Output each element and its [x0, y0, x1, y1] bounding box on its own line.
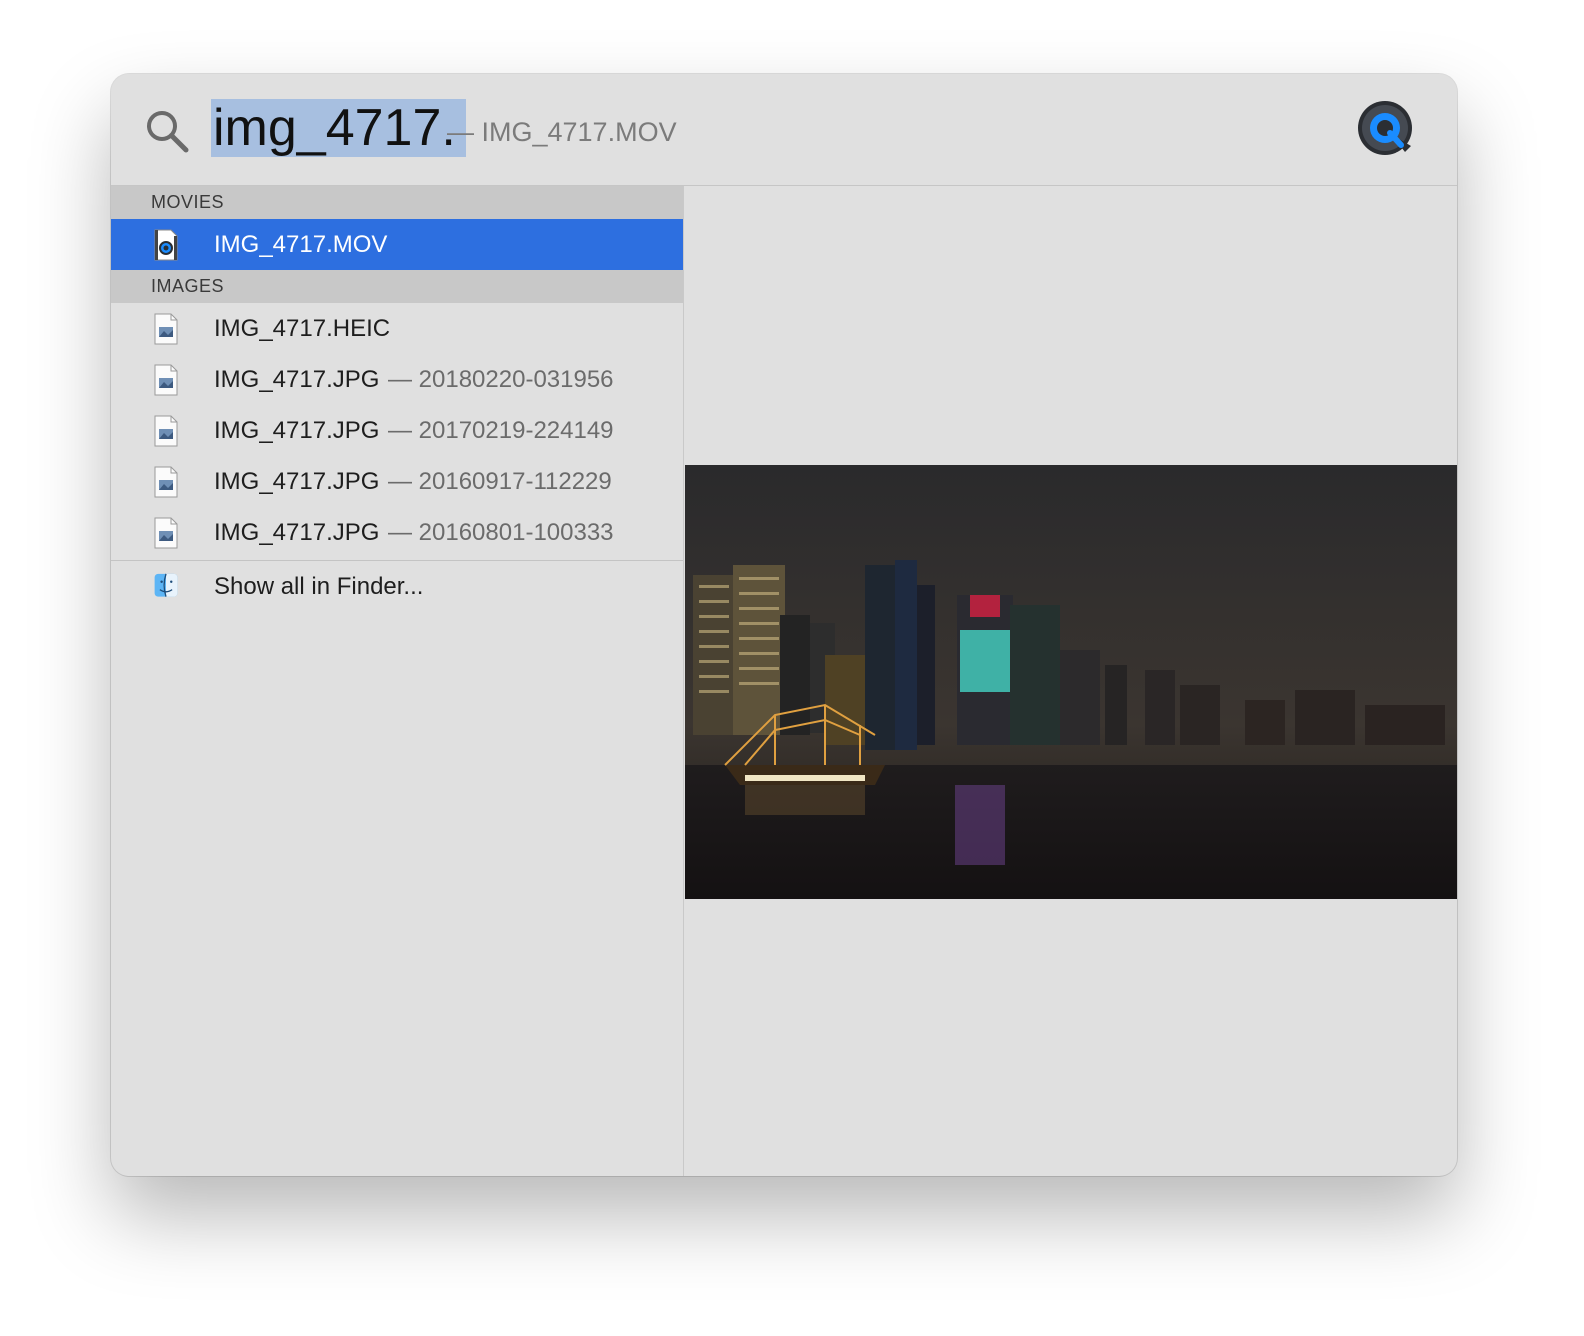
result-name: IMG_4717.JPG [214, 519, 380, 546]
search-completion-hint: — IMG_4717.MOV [447, 117, 677, 147]
finder-icon [154, 573, 178, 597]
search-icon [147, 111, 189, 153]
image-file-icon [154, 517, 178, 549]
show-all-in-finder[interactable]: Show all in Finder... [111, 561, 683, 612]
result-row-image[interactable]: IMG_4717.JPG — 20160917-112229 [111, 456, 683, 507]
section-header-movies: MOVIES [111, 186, 683, 219]
image-file-icon [154, 415, 178, 447]
result-name: IMG_4717.JPG [214, 417, 380, 444]
result-subtitle: — 20170219-224149 [388, 417, 614, 444]
quicktime-player-icon [1358, 101, 1412, 155]
result-subtitle: — 20160801-100333 [388, 519, 614, 546]
image-file-icon [154, 313, 178, 345]
result-name: IMG_4717.MOV [214, 231, 388, 258]
result-row-movie[interactable]: IMG_4717.MOV [111, 219, 683, 270]
result-row-image[interactable]: IMG_4717.JPG — 20170219-224149 [111, 405, 683, 456]
movie-file-icon [154, 229, 178, 261]
spotlight-window: img_4717. — IMG_4717.MOV MOVIES IMG_4717… [111, 74, 1457, 1176]
result-name: IMG_4717.JPG [214, 468, 380, 495]
search-bar: img_4717. — IMG_4717.MOV [111, 74, 1457, 186]
results-list: MOVIES IMG_4717.MOV IMAGES IMG_4717.HEIC [111, 186, 683, 1176]
result-subtitle: — 20180220-031956 [388, 366, 614, 393]
result-row-image[interactable]: IMG_4717.JPG — 20180220-031956 [111, 354, 683, 405]
result-name: IMG_4717.HEIC [214, 315, 391, 342]
result-row-image[interactable]: IMG_4717.HEIC [111, 303, 683, 354]
section-header-images: IMAGES [111, 270, 683, 303]
image-file-icon [154, 466, 178, 498]
search-input[interactable]: img_4717. [211, 99, 466, 157]
image-file-icon [154, 364, 178, 396]
result-name: IMG_4717.JPG [214, 366, 380, 393]
search-query-text: img_4717. [211, 99, 466, 157]
panel-divider [683, 186, 684, 1176]
result-row-image[interactable]: IMG_4717.JPG — 20160801-100333 [111, 507, 683, 558]
preview-image [685, 465, 1457, 899]
result-subtitle: — 20160917-112229 [388, 468, 612, 495]
show-all-label: Show all in Finder... [214, 573, 424, 600]
